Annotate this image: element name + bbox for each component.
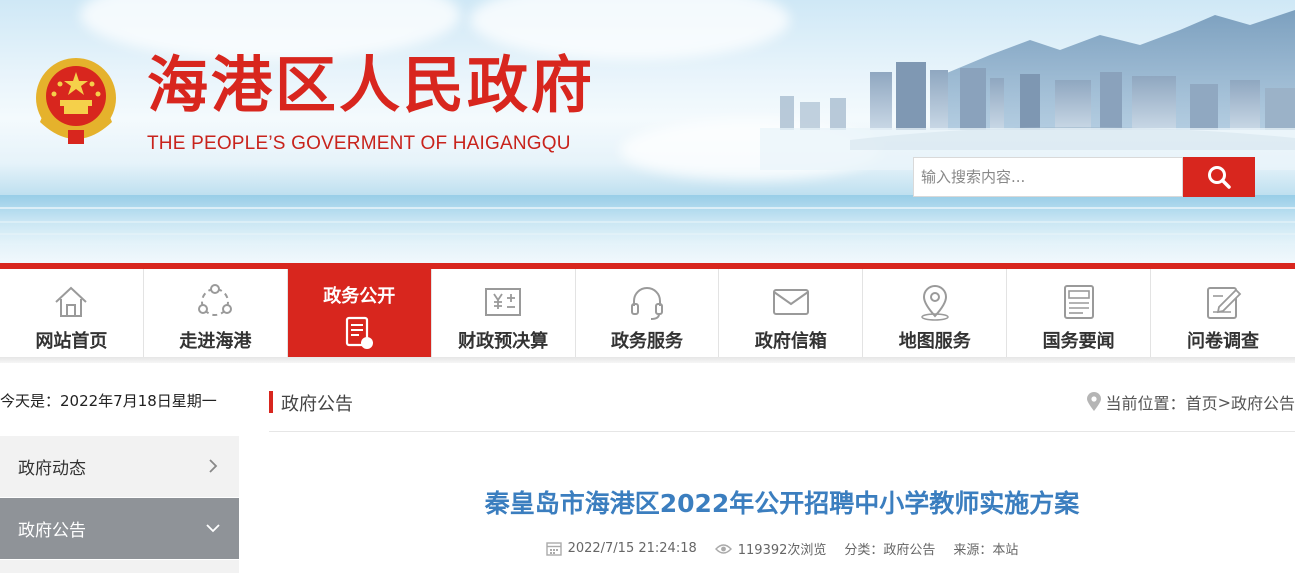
nav-item-about[interactable]: 走进海港	[144, 269, 288, 357]
sidebar-item-label: 政府公告	[18, 521, 86, 541]
city-skyline-image	[760, 10, 1295, 170]
breadcrumb-current-link[interactable]: 政府公告	[1231, 390, 1295, 414]
nav-item-home[interactable]: 网站首页	[0, 269, 144, 357]
site-title-cn: 海港区人民政府	[147, 50, 596, 121]
nav-bottom-shadow	[0, 357, 1295, 363]
home-icon	[55, 286, 88, 317]
nav-item-services[interactable]: 政务服务	[576, 269, 720, 357]
nav-item-label: 政务公开	[323, 286, 396, 307]
article-meta: 2022/7/15 21:24:18 119392次浏览 分类：政府公告 来源：…	[269, 539, 1295, 558]
search-icon	[1208, 166, 1231, 189]
nav-item-label: 国务要闻	[1042, 331, 1115, 352]
breadcrumb-home-link[interactable]: 首页	[1186, 390, 1218, 414]
headset-icon	[631, 287, 663, 320]
breadcrumb-label: 当前位置：	[1105, 394, 1186, 413]
nav-item-label: 问卷调查	[1187, 331, 1260, 352]
people-network-icon	[198, 284, 233, 316]
document-icon	[346, 316, 374, 349]
nav-item-label: 地图服务	[898, 331, 971, 352]
sidebar-item-gov-announcements[interactable]: 政府公告	[0, 498, 239, 559]
publish-time: 2022/7/15 21:24:18	[545, 541, 697, 556]
nav-item-gov-affairs[interactable]: 政务公开	[287, 269, 432, 357]
finance-yuan-icon	[485, 288, 522, 316]
section-title: 政府公告	[281, 394, 353, 415]
current-date: 今天是：2022年7月18日星期一	[0, 392, 217, 410]
nav-item-map[interactable]: 地图服务	[863, 269, 1008, 357]
nav-item-state-news[interactable]: 国务要闻	[1007, 269, 1152, 357]
chevron-down-icon	[206, 524, 220, 533]
nav-item-label: 财政预决算	[458, 331, 549, 352]
sea-decoration	[0, 195, 1295, 245]
nav-item-label: 政务服务	[611, 331, 683, 352]
article-source: 来源：本站	[953, 539, 1018, 558]
breadcrumb: 当前位置： 首页 > 政府公告	[1086, 390, 1295, 414]
nav-item-survey[interactable]: 问卷调查	[1151, 269, 1295, 357]
site-title-en: THE PEOPLE’S GOVERMENT OF HAIGANGQU	[147, 133, 571, 154]
search-button[interactable]	[1183, 157, 1255, 197]
sidebar-item-next[interactable]	[0, 560, 239, 573]
nav-item-finance[interactable]: 财政预决算	[432, 269, 576, 357]
article-category: 分类：政府公告	[844, 539, 935, 558]
survey-edit-icon	[1207, 287, 1242, 319]
breadcrumb-separator: >	[1217, 392, 1231, 412]
eye-icon	[714, 543, 732, 554]
nav-item-label: 网站首页	[35, 331, 108, 352]
header-banner: 海港区人民政府 THE PEOPLE’S GOVERMENT OF HAIGAN…	[0, 0, 1295, 263]
map-pin-icon	[921, 285, 949, 321]
view-count: 119392次浏览	[714, 539, 827, 558]
article-category-text: 分类：政府公告	[844, 543, 936, 558]
section-header: 政府公告 当前位置： 首页 > 政府公告	[269, 380, 1295, 432]
mail-icon	[772, 289, 809, 315]
search-input[interactable]: 输入搜索内容...	[913, 157, 1183, 197]
nav-item-label: 政府信箱	[754, 331, 827, 352]
location-pin-icon	[1086, 392, 1101, 411]
sidebar-item-label: 政府动态	[18, 459, 86, 479]
nav-item-label: 走进海港	[179, 331, 252, 352]
calendar-icon	[545, 542, 562, 556]
chevron-right-icon	[209, 459, 218, 473]
article-source-text: 来源：本站	[953, 543, 1019, 558]
sidebar-item-gov-news[interactable]: 政府动态	[0, 436, 239, 497]
section-marker	[269, 391, 273, 413]
main-nav: 网站首页 走进海港 政务公开 财政预决算 政务服务 政府信箱 地图服务 国务要闻…	[0, 269, 1295, 357]
article-title: 秦皇岛市海港区2022年公开招聘中小学教师实施方案	[484, 489, 1080, 518]
national-emblem-icon	[36, 58, 116, 144]
view-count-text: 119392次浏览	[737, 543, 827, 558]
nav-item-mailbox[interactable]: 政府信箱	[719, 269, 864, 357]
publish-time-text: 2022/7/15 21:24:18	[567, 541, 697, 556]
newspaper-icon	[1063, 285, 1094, 319]
